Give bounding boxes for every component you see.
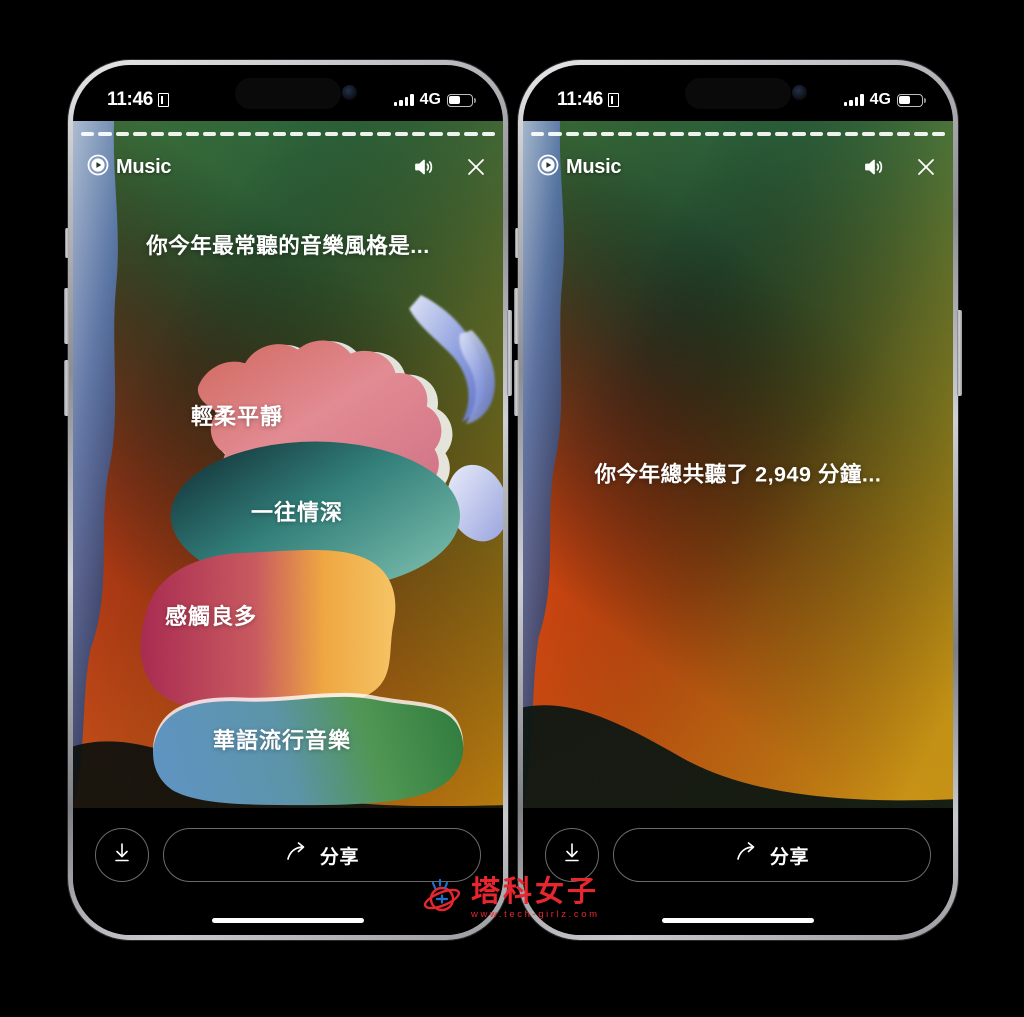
- story-screen-left[interactable]: Music 你今年最常聽的音樂風格是... 輕柔平靜 一往情深 感觸良多 華語流…: [73, 121, 503, 824]
- story-screen-right[interactable]: Music 你今年總共聽了 2,949 分鐘...: [523, 121, 953, 824]
- status-left-group: 11:46: [557, 89, 620, 111]
- watermark-text: 塔科女子 www.tech-girlz.com: [471, 875, 600, 920]
- blob-label-1: 一往情深: [251, 500, 344, 525]
- watermark-name: 塔科女子: [471, 875, 600, 908]
- book-icon: [608, 93, 620, 107]
- phone-right-screen: 11:46 4G Music 你今年總共聽了 2,949 分鐘... 分享: [523, 65, 953, 935]
- clock: 11:46: [557, 89, 604, 110]
- silence-switch[interactable]: [65, 228, 69, 258]
- planet-logo-icon: [420, 876, 464, 921]
- status-left-group: 11:46: [107, 89, 170, 111]
- story-headline-left: 你今年最常聽的音樂風格是...: [146, 234, 430, 258]
- network-label: 4G: [869, 91, 891, 108]
- brand-label: Music: [116, 155, 172, 178]
- status-right-group: 4G: [844, 91, 926, 109]
- blob-label-0: 輕柔平靜: [191, 404, 284, 429]
- volume-icon[interactable]: [411, 154, 437, 180]
- phone-left-screen: 11:46 4G Music 你今年最常聽的音樂風格是... 輕柔平靜 一往情深…: [73, 65, 503, 935]
- blob-label-3: 華語流行音樂: [213, 728, 352, 753]
- volume-up-button[interactable]: [514, 288, 519, 344]
- home-indicator[interactable]: [662, 917, 814, 923]
- phone-left: 11:46 4G Music 你今年最常聽的音樂風格是... 輕柔平靜 一往情深…: [64, 60, 512, 940]
- download-button[interactable]: [545, 828, 599, 882]
- network-label: 4G: [419, 91, 441, 108]
- story-header-left: Music: [87, 147, 489, 187]
- close-icon[interactable]: [913, 154, 939, 180]
- share-button[interactable]: 分享: [163, 828, 481, 882]
- download-icon: [561, 841, 583, 870]
- brand-group: Music: [87, 154, 171, 181]
- header-actions: [861, 154, 939, 180]
- screenshot-canvas: 11:46 4G Music 你今年最常聽的音樂風格是... 輕柔平靜 一往情深…: [0, 0, 1024, 1017]
- story-artwork-left: [73, 121, 503, 809]
- status-bar-left: 11:46 4G: [73, 65, 503, 121]
- share-arrow-icon: [735, 841, 759, 869]
- battery-icon: [897, 93, 926, 107]
- blob-label-2: 感觸良多: [165, 604, 258, 629]
- share-button[interactable]: 分享: [613, 828, 931, 882]
- apple-music-play-icon: [537, 154, 559, 181]
- status-bar-right: 11:46 4G: [523, 65, 953, 121]
- silence-switch[interactable]: [515, 228, 519, 258]
- home-indicator[interactable]: [212, 917, 364, 923]
- story-header-right: Music: [537, 147, 939, 187]
- story-progress-bar-right[interactable]: [531, 132, 946, 136]
- share-label: 分享: [769, 846, 810, 868]
- download-button[interactable]: [95, 828, 149, 882]
- apple-music-play-icon: [87, 154, 109, 181]
- brand-group: Music: [537, 154, 621, 181]
- story-headline-right: 你今年總共聽了 2,949 分鐘...: [594, 462, 882, 486]
- download-icon: [111, 841, 133, 870]
- share-arrow-icon: [285, 841, 309, 869]
- story-progress-bar-left[interactable]: [81, 132, 496, 136]
- power-button[interactable]: [507, 310, 512, 396]
- clock: 11:46: [107, 89, 154, 110]
- watermark-url: www.tech-girlz.com: [471, 908, 600, 920]
- power-button[interactable]: [957, 310, 962, 396]
- brand-label: Music: [566, 155, 622, 178]
- book-icon: [158, 93, 170, 107]
- status-right-group: 4G: [394, 91, 476, 109]
- signal-bars-icon: [844, 94, 864, 106]
- volume-up-button[interactable]: [64, 288, 69, 344]
- battery-icon: [447, 93, 476, 107]
- share-label: 分享: [319, 846, 360, 868]
- watermark: 塔科女子 www.tech-girlz.com: [420, 876, 600, 921]
- header-actions: [411, 154, 489, 180]
- volume-icon[interactable]: [861, 154, 887, 180]
- volume-down-button[interactable]: [514, 360, 519, 416]
- signal-bars-icon: [394, 94, 414, 106]
- close-icon[interactable]: [463, 154, 489, 180]
- phone-right: 11:46 4G Music 你今年總共聽了 2,949 分鐘... 分享: [514, 60, 962, 940]
- volume-down-button[interactable]: [64, 360, 69, 416]
